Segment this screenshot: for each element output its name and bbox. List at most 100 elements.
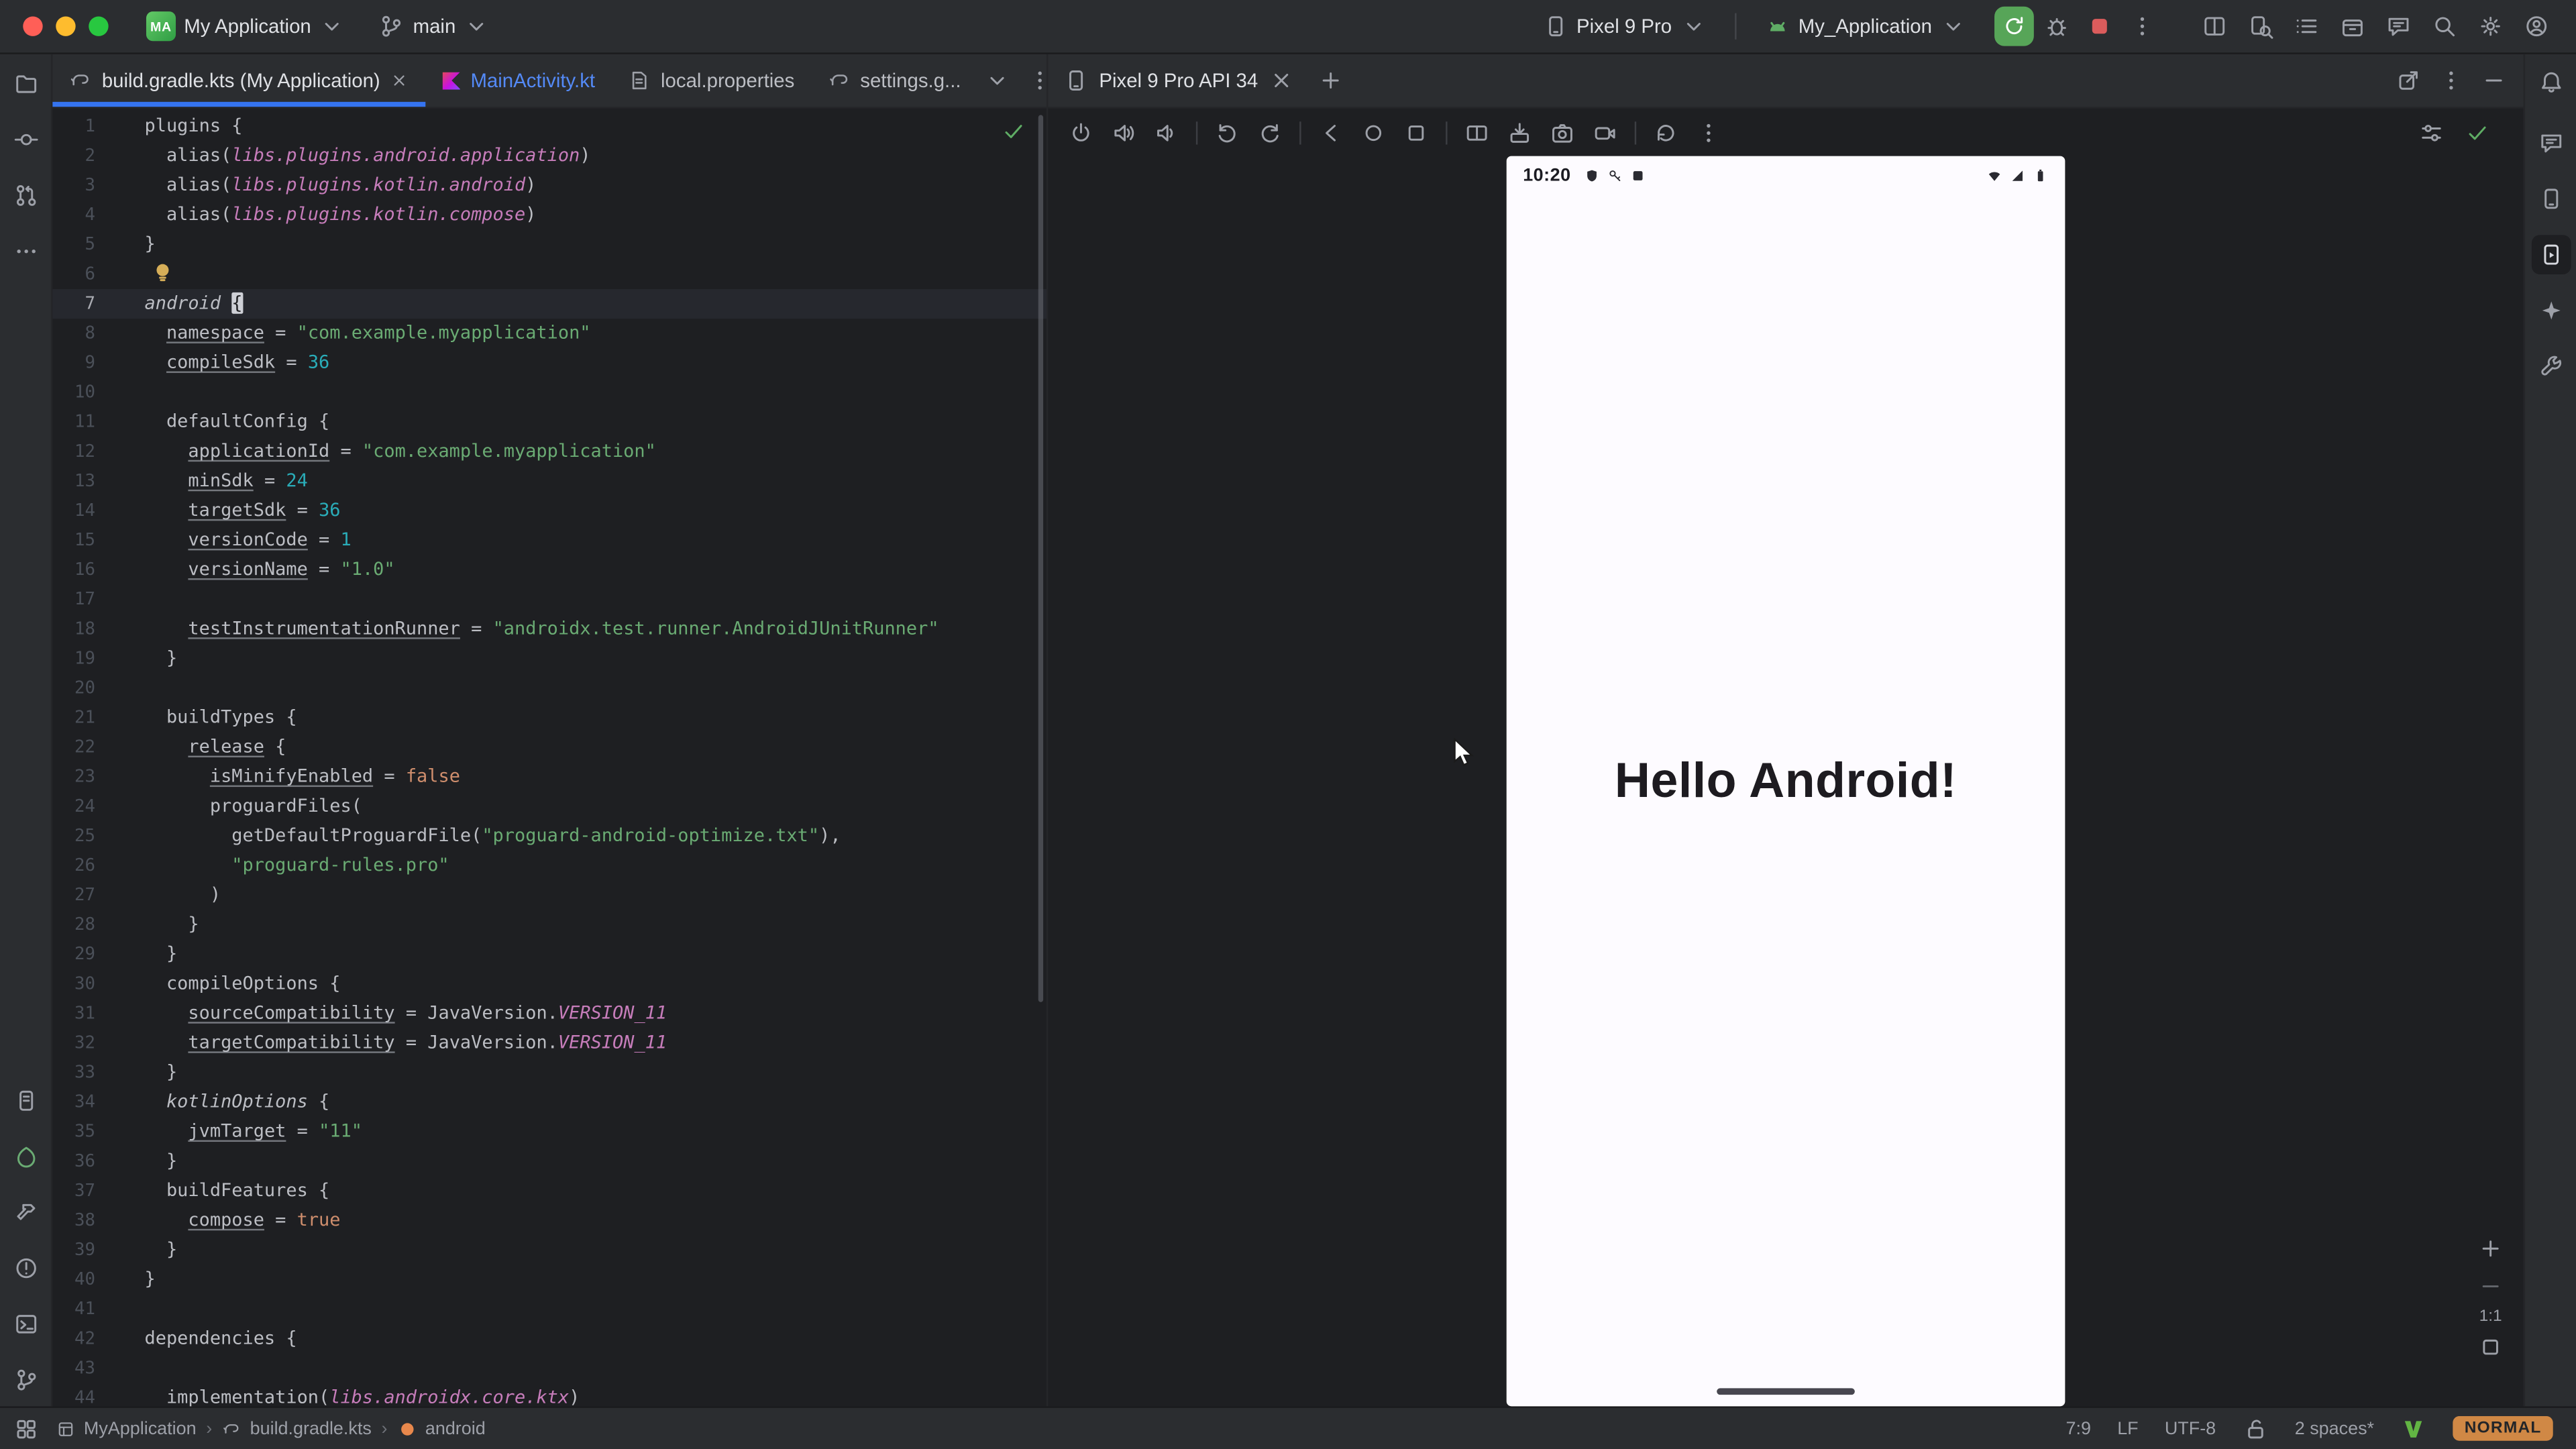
file-encoding[interactable]: UTF-8 [2165,1419,2216,1438]
line-number[interactable]: 33 [52,1058,95,1087]
home-button[interactable] [1354,113,1393,152]
device-manager-icon[interactable] [2531,179,2571,219]
line-number[interactable]: 28 [52,910,95,940]
volume-down-button[interactable] [1146,113,1186,152]
code-line-3[interactable]: 3 alias(libs.plugins.kotlin.android) [52,171,1046,201]
code-line-8[interactable]: 8 namespace = "com.example.myapplication… [52,319,1046,348]
code-line-15[interactable]: 15 versionCode = 1 [52,526,1046,555]
code-line-21[interactable]: 21 buildTypes { [52,703,1046,733]
zoom-to-fit-button[interactable] [2474,1331,2507,1364]
close-button[interactable] [23,16,42,36]
line-number[interactable]: 5 [52,230,95,260]
snapshot-button[interactable] [1500,113,1540,152]
code-line-23[interactable]: 23 isMinifyEnabled = false [52,762,1046,792]
code-line-33[interactable]: 33 } [52,1058,1046,1087]
line-number[interactable]: 19 [52,644,95,674]
restart-device-button[interactable] [1646,113,1686,152]
line-number[interactable]: 1 [52,112,95,142]
code-line-1[interactable]: 1plugins { [52,112,1046,142]
zoom-button[interactable] [89,16,108,36]
code-line-11[interactable]: 11 defaultConfig { [52,407,1046,437]
line-number[interactable]: 38 [52,1206,95,1236]
line-number[interactable]: 6 [52,260,95,289]
terminal-icon[interactable] [6,1304,46,1344]
code-line-4[interactable]: 4 alias(libs.plugins.kotlin.compose) [52,201,1046,230]
zoom-ratio-label[interactable]: 1:1 [2479,1307,2502,1326]
code-line-35[interactable]: 35 jvmTarget = "11" [52,1117,1046,1146]
code-line-42[interactable]: 42dependencies { [52,1324,1046,1354]
workspace-grid-button[interactable] [10,1412,43,1445]
settings-icon[interactable] [2471,7,2510,46]
code-line-41[interactable]: 41 [52,1295,1046,1324]
code-line-12[interactable]: 12 applicationId = "com.example.myapplic… [52,437,1046,466]
hidden-tabs-button[interactable] [977,61,1017,101]
line-number[interactable]: 25 [52,821,95,851]
line-number[interactable]: 42 [52,1324,95,1354]
line-number[interactable]: 27 [52,881,95,910]
line-number[interactable]: 23 [52,762,95,792]
code-editor[interactable]: 1plugins {2 alias(libs.plugins.android.a… [52,109,1046,1407]
editor-tab-2[interactable]: local.properties [612,54,811,107]
editor-tab-0[interactable]: build.gradle.kts (My Application) [52,54,426,107]
rotate-right-button[interactable] [1250,113,1290,152]
intention-bulb-icon[interactable] [151,261,174,292]
line-number[interactable]: 44 [52,1383,95,1406]
more-tool-windows-icon[interactable] [6,231,46,271]
line-number[interactable]: 20 [52,674,95,703]
build-icon[interactable] [6,1193,46,1232]
line-number[interactable]: 21 [52,703,95,733]
readonly-lock-button[interactable] [2242,1415,2268,1442]
record-screen-button[interactable] [1585,113,1625,152]
open-in-new-window-button[interactable] [2389,61,2428,101]
line-number[interactable]: 30 [52,969,95,999]
code-line-44[interactable]: 44 implementation(libs.androidx.core.ktx… [52,1383,1046,1406]
branch-selector[interactable]: main [367,5,502,48]
gemini-icon[interactable] [2531,290,2571,330]
code-line-7[interactable]: 7android { [52,289,1046,319]
line-number[interactable]: 37 [52,1176,95,1205]
device-selector[interactable]: Pixel 9 Pro [1530,5,1717,48]
line-number[interactable]: 40 [52,1265,95,1295]
zoom-in-button[interactable] [2474,1232,2507,1265]
line-number[interactable]: 29 [52,940,95,969]
app-inspection-icon[interactable] [2531,347,2571,386]
problems-icon[interactable] [6,1248,46,1288]
display-settings-icon[interactable] [2412,113,2451,152]
code-line-5[interactable]: 5} [52,230,1046,260]
code-line-20[interactable]: 20 [52,674,1046,703]
gesture-navigation-bar[interactable] [1717,1388,1855,1395]
code-line-38[interactable]: 38 compose = true [52,1206,1046,1236]
more-actions-button[interactable] [2123,7,2162,46]
stop-button[interactable] [2080,7,2119,46]
line-number[interactable]: 3 [52,171,95,201]
code-line-36[interactable]: 36 } [52,1146,1046,1176]
minimize-button[interactable] [56,16,75,36]
screenshot-button[interactable] [1543,113,1582,152]
code-line-31[interactable]: 31 sourceCompatibility = JavaVersion.VER… [52,999,1046,1028]
code-line-34[interactable]: 34 kotlinOptions { [52,1087,1046,1117]
rerun-button[interactable] [1994,7,2034,46]
line-number[interactable]: 16 [52,555,95,585]
editor-scrollbar[interactable] [1038,115,1043,1002]
code-line-28[interactable]: 28 } [52,910,1046,940]
line-number[interactable]: 35 [52,1117,95,1146]
line-number[interactable]: 17 [52,585,95,614]
line-number[interactable]: 41 [52,1295,95,1324]
code-line-26[interactable]: 26 "proguard-rules.pro" [52,851,1046,881]
inspections-ok-icon[interactable] [1000,118,1026,152]
line-number[interactable]: 14 [52,496,95,526]
code-line-30[interactable]: 30 compileOptions { [52,969,1046,999]
code-line-6[interactable]: 6 [52,260,1046,289]
code-line-10[interactable]: 10 [52,378,1046,407]
code-line-14[interactable]: 14 targetSdk = 36 [52,496,1046,526]
version-control-icon[interactable] [6,1360,46,1400]
indent-setting[interactable]: 2 spaces* [2295,1419,2374,1438]
code-line-17[interactable]: 17 [52,585,1046,614]
line-number[interactable]: 15 [52,526,95,555]
line-number[interactable]: 39 [52,1236,95,1265]
user-avatar-icon[interactable] [2517,7,2557,46]
hide-panel-button[interactable] [2474,61,2514,101]
line-number[interactable]: 22 [52,733,95,762]
line-number[interactable]: 2 [52,142,95,171]
volume-up-button[interactable] [1104,113,1144,152]
